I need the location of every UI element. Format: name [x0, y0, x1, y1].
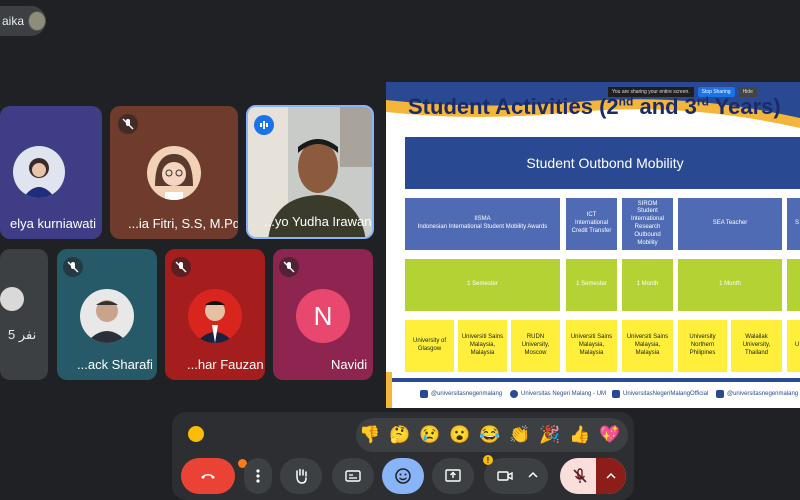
mic-off-icon	[573, 468, 587, 483]
hand-icon	[296, 468, 307, 484]
participant-name: ...har Fauzan	[187, 357, 264, 372]
program-cell: IISMA Indonesian International Student M…	[405, 198, 560, 250]
university-cell: U	[787, 320, 800, 372]
surprised-reaction[interactable]: 😮	[447, 422, 473, 448]
participant-name: ...ack Sharafi	[77, 357, 153, 372]
facebook-page: Universitas Negeri Malang - UM	[510, 390, 606, 398]
instagram-icon	[420, 390, 428, 398]
present-icon	[445, 469, 461, 482]
sad-reaction[interactable]: 😢	[417, 422, 443, 448]
party-reaction[interactable]: 🎉	[537, 422, 563, 448]
slide-accent	[386, 372, 392, 408]
emoji-icon	[395, 468, 411, 484]
heart-reaction[interactable]: 💖	[597, 422, 623, 448]
instagram-handle: @universitasnegerimalang	[420, 390, 502, 398]
slide-footer: @universitasnegerimalang Universitas Neg…	[386, 378, 800, 408]
avatar	[0, 287, 24, 311]
thinking-reaction[interactable]: 🤔	[387, 422, 413, 448]
university-cell: RUDN University, Moscow	[511, 320, 560, 372]
university-cell: Universiti Sains Malaysia, Malaysia	[566, 320, 617, 372]
duration-cell: 1 Semester	[405, 259, 560, 311]
raise-hand-button[interactable]	[280, 458, 322, 494]
participant-name: Navidi	[331, 357, 368, 372]
participant-tile[interactable]: ...ack Sharafi	[57, 249, 157, 380]
presenter-name: aika	[2, 14, 25, 28]
tiktok-icon	[716, 390, 724, 398]
mic-off-icon	[63, 257, 83, 277]
clap-reaction[interactable]: 👏	[507, 422, 533, 448]
university-cell: Walailak University, Thailand	[731, 320, 782, 372]
participant-tile[interactable]: ...har Fauzan	[165, 249, 265, 380]
university-cell: Universiti Sains Malaysia, Malaysia	[622, 320, 673, 372]
avatar	[188, 289, 242, 343]
warning-icon: !	[483, 455, 493, 465]
presenter-chip[interactable]: aika	[0, 6, 46, 36]
participant-tile[interactable]: ...ia Fitri, S.S, M.Pd	[110, 106, 238, 239]
others-count: 5 نفر	[8, 327, 37, 342]
avatar	[13, 146, 65, 198]
participant-name: elya kurniawati	[10, 216, 96, 231]
tiktok-handle: @universitasnegerimalang	[716, 390, 798, 398]
more-vert-icon	[256, 469, 260, 483]
reactions-button[interactable]	[382, 458, 424, 494]
program-cell: S	[787, 198, 800, 250]
slide-banner: Student Outbond Mobility	[405, 137, 800, 189]
captions-icon	[345, 470, 361, 482]
duration-cell: 1 Month	[622, 259, 673, 311]
youtube-icon	[612, 390, 620, 398]
camera-options-chevron-icon[interactable]	[524, 466, 542, 484]
facebook-icon	[510, 390, 518, 398]
avatar-initial: N	[313, 300, 333, 331]
phone-hangup-icon	[201, 474, 215, 479]
program-cell: SIROM Student International Research Out…	[622, 198, 673, 250]
program-cell: SEA Teacher	[678, 198, 782, 250]
participant-tile-others[interactable]: 5 نفر	[0, 249, 48, 380]
youtube-channel: UniversitasNegeriMalangOfficial	[612, 390, 708, 398]
university-cell: University Northern Philipines	[678, 320, 727, 372]
participant-name: ...yo Yudha Irawan	[264, 214, 372, 229]
camera-icon	[497, 471, 513, 481]
thumbs-down-reaction[interactable]: 👎	[357, 422, 383, 448]
participant-tile-active-speaker[interactable]: ...yo Yudha Irawan	[246, 105, 374, 239]
mic-off-icon	[279, 257, 299, 277]
university-cell: University of Glasgow	[405, 320, 454, 372]
duration-cell	[787, 259, 800, 311]
mic-off-icon	[118, 114, 138, 134]
shared-screen: You are sharing your entire screen. Stop…	[386, 82, 800, 408]
avatar	[80, 289, 134, 343]
more-options-button[interactable]	[244, 458, 272, 494]
captions-button[interactable]	[332, 458, 374, 494]
avatar: N	[296, 289, 350, 343]
slide-title: Student Activities (2nd and 3rd Years)	[408, 94, 781, 119]
thumbs-up-reaction[interactable]: 👍	[567, 422, 593, 448]
university-cell: Universiti Sains Malaysia, Malaysia	[458, 320, 507, 372]
participant-name: ...ia Fitri, S.S, M.Pd	[128, 216, 238, 231]
avatar	[147, 146, 201, 200]
participant-tile[interactable]: N Navidi	[273, 249, 373, 380]
program-cell: ICT International Credit Transfer	[566, 198, 617, 250]
speaking-indicator-icon	[254, 115, 274, 135]
status-dot-icon	[188, 426, 204, 442]
duration-cell: 1 Month	[678, 259, 782, 311]
duration-cell: 1 Semester	[566, 259, 617, 311]
end-call-button[interactable]	[181, 458, 235, 494]
present-screen-button[interactable]	[432, 458, 474, 494]
presenter-avatar	[28, 11, 46, 31]
participant-tile[interactable]: elya kurniawati	[0, 106, 102, 239]
mic-off-icon	[171, 257, 191, 277]
laughing-reaction[interactable]: 😂	[477, 422, 503, 448]
